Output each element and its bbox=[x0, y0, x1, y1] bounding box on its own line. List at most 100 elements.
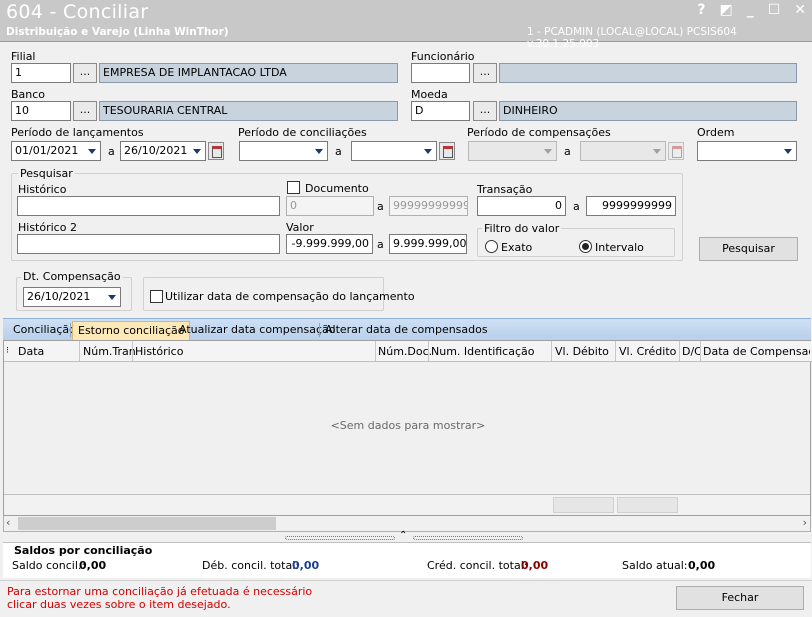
minimize-icon[interactable]: _ bbox=[747, 2, 754, 18]
dropdown-arrow-icon[interactable] bbox=[421, 143, 435, 159]
valor-to-input[interactable]: 9.999.999,00 bbox=[389, 234, 467, 254]
dropdown-arrow-icon[interactable] bbox=[650, 143, 664, 159]
intervalo-radio[interactable] bbox=[579, 240, 592, 253]
lancamentos-a-label: a bbox=[108, 145, 115, 158]
col-num-doc[interactable]: Núm.Doc. bbox=[378, 345, 432, 358]
grid-footer-row bbox=[4, 494, 810, 514]
funcionario-name-field bbox=[499, 63, 797, 83]
valor-a-label: a bbox=[377, 238, 384, 251]
saldo-concil-label: Saldo concil.: bbox=[12, 559, 86, 572]
intervalo-label: Intervalo bbox=[595, 241, 644, 254]
tab-estorno-conciliacao[interactable]: Estorno conciliação bbox=[72, 321, 191, 340]
cred-concil-value: 0,00 bbox=[521, 559, 549, 572]
utilizar-checkbox[interactable] bbox=[150, 290, 163, 303]
transacao-a-label: a bbox=[573, 200, 580, 213]
grid-header: ⁝ Data Núm.Tran Histórico Núm.Doc. Num. … bbox=[4, 341, 812, 362]
col-num-identificacao[interactable]: Num. Identificação bbox=[431, 345, 534, 358]
conciliacoes-from-date[interactable] bbox=[239, 141, 328, 161]
dt-compensacao-date[interactable]: 26/10/2021 bbox=[23, 287, 121, 307]
documento-to-input[interactable]: 99999999999 bbox=[389, 196, 468, 216]
close-icon[interactable]: ✕ bbox=[794, 2, 806, 18]
historico2-label: Histórico 2 bbox=[18, 221, 77, 234]
moeda-label: Moeda bbox=[411, 88, 448, 101]
restore-panel-icon[interactable]: ◩ bbox=[719, 2, 732, 18]
banco-lookup-button[interactable]: ... bbox=[73, 101, 97, 121]
col-vl-debito[interactable]: Vl. Débito bbox=[555, 345, 609, 358]
fechar-button[interactable]: Fechar bbox=[676, 586, 804, 610]
col-historico[interactable]: Histórico bbox=[135, 345, 183, 358]
compensacoes-to-date[interactable] bbox=[580, 141, 666, 161]
funcionario-code-input[interactable] bbox=[411, 63, 470, 83]
moeda-lookup-button[interactable]: ... bbox=[473, 101, 497, 121]
col-dc[interactable]: D/C bbox=[682, 345, 700, 358]
ordem-select[interactable] bbox=[697, 141, 797, 161]
funcionario-label: Funcionário bbox=[411, 50, 475, 63]
periodo-compensacoes-label: Período de compensações bbox=[467, 126, 611, 139]
transacao-label: Transação bbox=[477, 183, 533, 196]
splitter-grip-right bbox=[413, 536, 523, 540]
collapse-up-icon[interactable]: ⌃ bbox=[399, 530, 407, 541]
col-vl-credito[interactable]: Vl. Crédito bbox=[619, 345, 676, 358]
dropdown-arrow-icon[interactable] bbox=[190, 143, 204, 159]
documento-from-input[interactable]: 0 bbox=[286, 196, 374, 216]
conciliacoes-to-date[interactable] bbox=[351, 141, 437, 161]
panel-splitter[interactable]: ⌃ bbox=[285, 530, 525, 542]
documento-checkbox[interactable] bbox=[287, 181, 300, 194]
col-data-compensacao[interactable]: Data de Compensação bbox=[703, 345, 810, 358]
footer-cell-credito bbox=[617, 497, 678, 513]
valor-from-input[interactable]: -9.999.999,00 bbox=[286, 234, 373, 254]
calendar-icon[interactable] bbox=[208, 142, 224, 160]
transacao-from-input[interactable]: 0 bbox=[477, 196, 566, 216]
maximize-icon[interactable]: ☐ bbox=[768, 2, 781, 18]
compensacoes-from-date[interactable] bbox=[468, 141, 557, 161]
pesquisar-group-label: Pesquisar bbox=[18, 167, 75, 180]
col-data[interactable]: Data bbox=[18, 345, 44, 358]
bottom-bar: Para estornar uma conciliação já efetuad… bbox=[0, 580, 812, 617]
lancamentos-from-date[interactable]: 01/01/2021 bbox=[11, 141, 101, 161]
funcionario-lookup-button[interactable]: ... bbox=[473, 63, 497, 83]
ordem-label: Ordem bbox=[697, 126, 735, 139]
lancamentos-to-value: 26/10/2021 bbox=[124, 144, 188, 157]
dropdown-arrow-icon[interactable] bbox=[541, 143, 555, 159]
column-separator bbox=[615, 341, 616, 361]
transacao-to-input[interactable]: 9999999999 bbox=[586, 196, 676, 216]
scrollbar-thumb[interactable] bbox=[18, 517, 276, 530]
banco-name-field: TESOURARIA CENTRAL bbox=[99, 101, 398, 121]
tab-atualizar-data-compensacao[interactable]: Atualizar data compensação bbox=[174, 321, 340, 340]
filtro-valor-label: Filtro do valor bbox=[482, 222, 562, 235]
exato-radio[interactable] bbox=[485, 240, 498, 253]
historico-input[interactable] bbox=[17, 196, 280, 216]
historico2-input[interactable] bbox=[17, 234, 280, 254]
data-grid[interactable]: ⁝ Data Núm.Tran Histórico Núm.Doc. Num. … bbox=[3, 340, 812, 516]
filial-lookup-button[interactable]: ... bbox=[73, 63, 97, 83]
dropdown-arrow-icon[interactable] bbox=[781, 143, 795, 159]
column-chooser-icon[interactable]: ⁝ bbox=[6, 346, 9, 356]
dropdown-arrow-icon[interactable] bbox=[105, 289, 119, 305]
filial-code-input[interactable]: 1 bbox=[11, 63, 71, 83]
saldo-atual-label: Saldo atual: bbox=[622, 559, 688, 572]
moeda-name-field: DINHEIRO bbox=[499, 101, 797, 121]
window-title: 604 - Conciliar bbox=[6, 1, 149, 23]
scroll-left-icon[interactable]: ‹ bbox=[6, 516, 10, 529]
banco-code-input[interactable]: 10 bbox=[11, 101, 71, 121]
calendar-icon[interactable] bbox=[668, 142, 684, 160]
saldos-panel: Saldos por conciliação Saldo concil.: 0,… bbox=[3, 542, 811, 578]
lancamentos-to-date[interactable]: 26/10/2021 bbox=[120, 141, 206, 161]
window-controls: ? ◩ _ ☐ ✕ bbox=[697, 2, 806, 18]
hint-line-1: Para estornar uma conciliação já efetuad… bbox=[7, 585, 313, 598]
column-separator bbox=[428, 341, 429, 361]
dt-compensacao-value: 26/10/2021 bbox=[27, 290, 91, 303]
calendar-icon[interactable] bbox=[439, 142, 455, 160]
column-separator bbox=[79, 341, 80, 361]
window-subtitle: Distribuição e Varejo (Linha WinThor) bbox=[6, 26, 229, 38]
column-separator bbox=[700, 341, 701, 361]
scroll-right-icon[interactable]: › bbox=[803, 516, 807, 529]
dropdown-arrow-icon[interactable] bbox=[312, 143, 326, 159]
help-icon[interactable]: ? bbox=[697, 2, 705, 18]
col-num-tran[interactable]: Núm.Tran bbox=[83, 345, 136, 358]
tab-alterar-data-compensados[interactable]: Alterar data de compensados bbox=[320, 321, 493, 340]
moeda-code-input[interactable]: D bbox=[411, 101, 470, 121]
column-separator bbox=[679, 341, 680, 361]
dropdown-arrow-icon[interactable] bbox=[85, 143, 99, 159]
pesquisar-button[interactable]: Pesquisar bbox=[699, 237, 798, 261]
